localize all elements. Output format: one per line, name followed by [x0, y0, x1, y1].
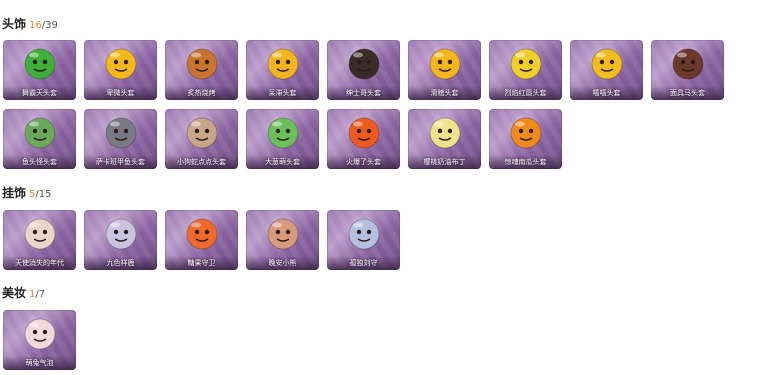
section-title-headwear: 头饰 16/39 — [2, 17, 58, 33]
angel-doll-icon — [22, 216, 58, 252]
item-card[interactable]: 萨卡班甲鱼头套 — [84, 109, 157, 169]
item-card[interactable]: 糖果守卫 — [165, 210, 238, 270]
bunny-bubble-icon — [22, 316, 58, 352]
item-label: 滑稽头套 — [430, 89, 459, 97]
item-label: 萌兔气泡 — [25, 359, 54, 367]
green-dinosaur-icon — [22, 46, 58, 82]
section-title-text: 美妆 — [2, 286, 27, 300]
lonely-doll-icon — [346, 216, 382, 252]
item-card[interactable]: 滑稽头套 — [408, 40, 481, 100]
item-card[interactable]: 卑微头套 — [84, 40, 157, 100]
item-label: 萨卡班甲鱼头套 — [96, 158, 145, 166]
item-card[interactable]: 小狗蛇点点头套 — [165, 109, 238, 169]
funny-emoji-icon — [427, 46, 463, 82]
pikachu-sunglasses-icon — [508, 46, 544, 82]
item-card[interactable]: 面具马头套 — [651, 40, 724, 100]
item-card[interactable]: 舞霸天头套 — [3, 40, 76, 100]
item-label: 樱桃奶油布丁 — [423, 158, 466, 166]
scallion-icon — [265, 115, 301, 151]
owned-count: 16 — [29, 20, 42, 31]
section-title-pendants: 挂饰 5/15 — [2, 186, 51, 202]
item-card[interactable]: 烈焰红唇头套 — [489, 40, 562, 100]
item-card[interactable]: 嘻嘻头套 — [570, 40, 643, 100]
item-label: 呆滞头套 — [268, 89, 297, 97]
item-card[interactable]: 九色祥鹿 — [84, 210, 157, 270]
item-label: 舞霸天头套 — [22, 89, 57, 97]
item-label: 糖果守卫 — [187, 259, 216, 267]
section-title-makeup: 美妆 1/7 — [2, 286, 45, 302]
pumpkin-icon — [508, 115, 544, 151]
item-label: 九色祥鹿 — [106, 259, 135, 267]
item-card[interactable]: 大葱萌头套 — [246, 109, 319, 169]
total-count: /39 — [41, 20, 58, 31]
item-label: 卑微头套 — [106, 89, 135, 97]
item-label: 炙热烧烤 — [187, 89, 216, 97]
armored-fish-icon — [103, 115, 139, 151]
dazed-emoji-icon — [265, 46, 301, 82]
item-label: 火爆了头套 — [346, 158, 381, 166]
item-label: 惊魂南瓜头套 — [504, 158, 547, 166]
fish-monster-icon — [22, 115, 58, 151]
item-card[interactable]: 呆滞头套 — [246, 40, 319, 100]
grin-emoji-icon — [589, 46, 625, 82]
item-card[interactable]: 鱼头怪头套 — [3, 109, 76, 169]
total-count: /15 — [35, 189, 52, 200]
section-count: 1/7 — [29, 289, 45, 300]
section-count: 5/15 — [29, 189, 51, 200]
total-count: /7 — [35, 289, 46, 300]
sunglasses-dog-icon — [346, 46, 382, 82]
deer-charm-icon — [103, 216, 139, 252]
item-label: 晚安小熊 — [268, 259, 297, 267]
item-card[interactable]: 萌兔气泡 — [3, 310, 76, 370]
item-label: 面具马头套 — [670, 89, 705, 97]
item-card[interactable]: 炙热烧烤 — [165, 40, 238, 100]
section-title-text: 头饰 — [2, 17, 27, 31]
section-count: 16/39 — [29, 20, 58, 31]
item-card[interactable]: 晚安小熊 — [246, 210, 319, 270]
item-label: 孤独刘守 — [349, 259, 378, 267]
item-label: 绅士哥头套 — [346, 89, 381, 97]
item-label: 大葱萌头套 — [265, 158, 300, 166]
toast-bread-icon — [184, 46, 220, 82]
item-label: 天使消失的年代 — [15, 259, 64, 267]
item-card[interactable]: 惊魂南瓜头套 — [489, 109, 562, 169]
candy-guard-icon — [184, 216, 220, 252]
pudding-icon — [427, 115, 463, 151]
item-card[interactable]: 孤独刘守 — [327, 210, 400, 270]
section-title-text: 挂饰 — [2, 186, 27, 200]
item-card[interactable]: 樱桃奶油布丁 — [408, 109, 481, 169]
item-label: 嘻嘻头套 — [592, 89, 621, 97]
horse-mask-icon — [670, 46, 706, 82]
item-card[interactable]: 火爆了头套 — [327, 109, 400, 169]
item-card[interactable]: 天使消失的年代 — [3, 210, 76, 270]
item-card[interactable]: 绅士哥头套 — [327, 40, 400, 100]
fire-spirit-icon — [346, 115, 382, 151]
item-label: 鱼头怪头套 — [22, 158, 57, 166]
item-label: 小狗蛇点点头套 — [177, 158, 226, 166]
humble-emoji-icon — [103, 46, 139, 82]
snake-dog-icon — [184, 115, 220, 151]
bear-charm-icon — [265, 216, 301, 252]
item-label: 烈焰红唇头套 — [504, 89, 547, 97]
